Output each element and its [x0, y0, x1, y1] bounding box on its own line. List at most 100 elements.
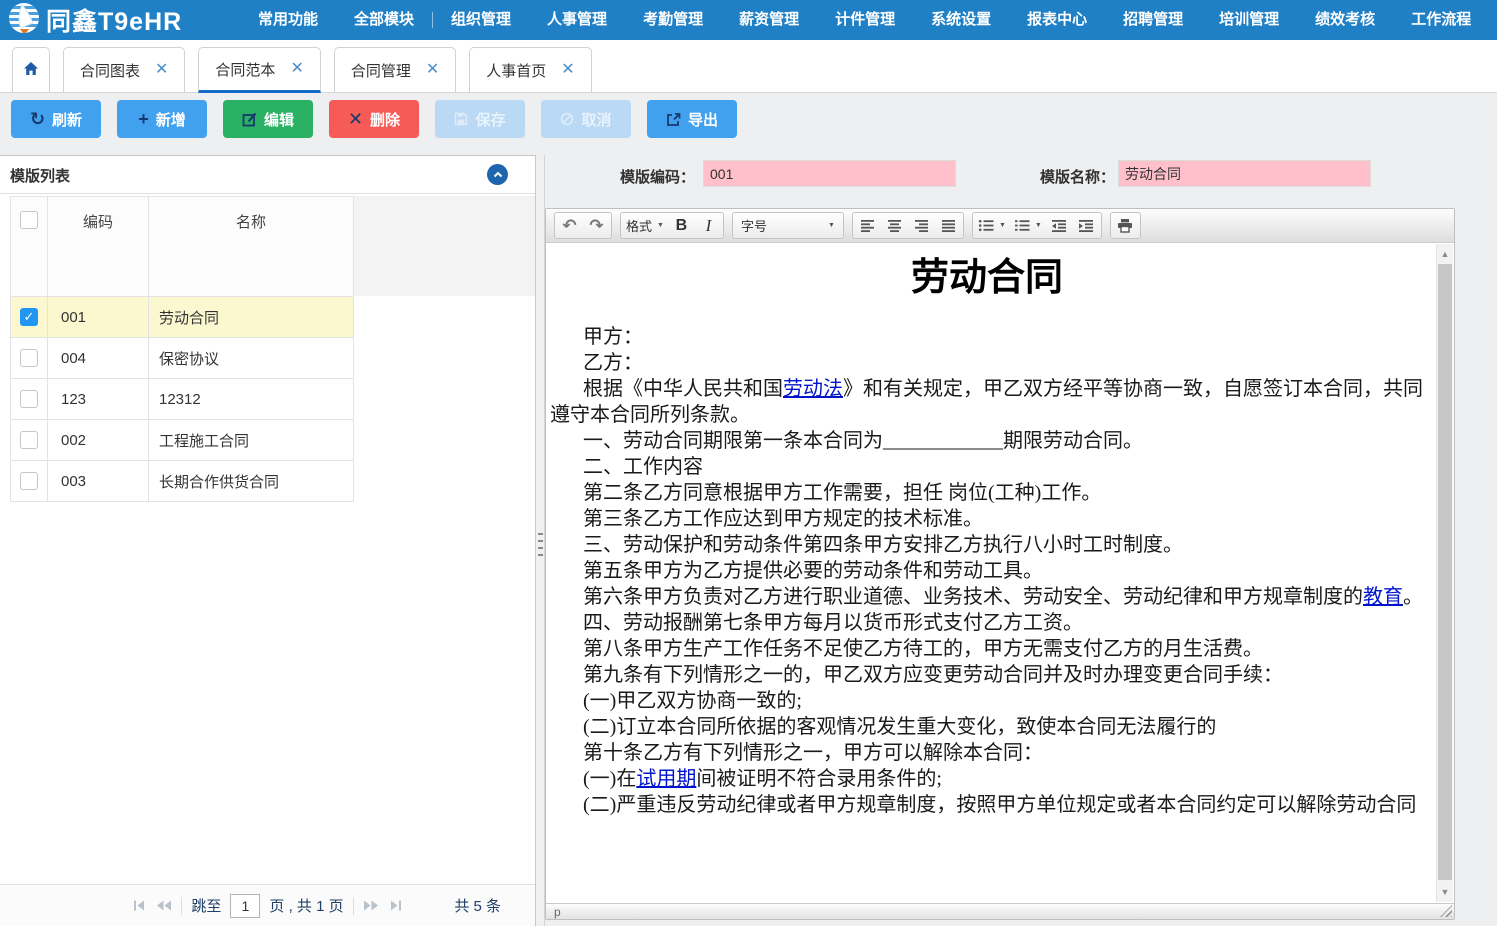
doc-paragraph: 第十条乙方有下列情形之一，甲方可以解除本合同： — [550, 740, 1424, 766]
italic-button[interactable]: I — [695, 214, 722, 237]
tab-label: 人事首页 — [486, 60, 546, 81]
table-header-row: 编码 名称 — [11, 197, 354, 297]
tab-hr-home[interactable]: 人事首页 ✕ — [469, 47, 591, 93]
prev-page-icon[interactable] — [156, 900, 172, 911]
table-row[interactable]: 004保密协议 — [11, 338, 354, 379]
nav-item-6[interactable]: 薪资管理 — [721, 0, 817, 40]
editor-content[interactable]: 劳动合同 甲方：乙方：根据《中华人民共和国劳动法》和有关规定，甲乙双方经平等协商… — [546, 244, 1454, 902]
row-checkbox[interactable] — [20, 308, 38, 326]
page-number-input[interactable] — [230, 894, 260, 918]
tab-contract-chart[interactable]: 合同图表 ✕ — [63, 47, 185, 93]
close-icon[interactable]: ✕ — [561, 62, 574, 78]
nav-item-5[interactable]: 考勤管理 — [625, 0, 721, 40]
scroll-down-icon[interactable]: ▼ — [1437, 884, 1453, 900]
tab-home[interactable] — [12, 47, 50, 93]
nav-item-12[interactable]: 绩效考核 — [1297, 0, 1393, 40]
resize-grip-icon[interactable] — [1440, 905, 1452, 917]
print-group — [1110, 212, 1141, 239]
doc-link[interactable]: 试用期 — [636, 768, 696, 790]
template-list-header: 模版列表 — [0, 156, 535, 194]
select-all-checkbox[interactable] — [20, 211, 38, 229]
panel-splitter[interactable] — [536, 155, 545, 926]
row-checkbox[interactable] — [20, 431, 38, 449]
plus-icon: + — [138, 110, 149, 128]
scrollbar-thumb[interactable] — [1438, 264, 1452, 880]
delete-button[interactable]: ✕ 删除 — [329, 100, 419, 138]
editor-scrollbar[interactable]: ▲ ▼ — [1436, 244, 1453, 902]
row-checkbox[interactable] — [20, 349, 38, 367]
tab-contract-template[interactable]: 合同范本 ✕ — [198, 47, 320, 93]
chevron-down-icon: ▼ — [828, 222, 835, 229]
table-row[interactable]: 001劳动合同 — [11, 297, 354, 338]
row-code: 001 — [48, 297, 149, 338]
export-button[interactable]: 导出 — [647, 100, 737, 138]
splitter-grip-icon — [538, 533, 543, 559]
nav-item-4[interactable]: 人事管理 — [529, 0, 625, 40]
nav-item-2[interactable]: 全部模块 — [336, 0, 432, 40]
align-left-icon[interactable] — [854, 214, 881, 237]
numbered-list-icon[interactable]: ▼ — [1010, 214, 1046, 237]
bold-button[interactable]: B — [668, 214, 695, 237]
print-icon[interactable] — [1112, 214, 1139, 237]
first-page-icon[interactable] — [133, 900, 147, 911]
outdent-icon[interactable] — [1046, 214, 1073, 237]
refresh-button[interactable]: ↻ 刷新 — [11, 100, 101, 138]
nav-item-3[interactable]: 组织管理 — [433, 0, 529, 40]
align-center-icon[interactable] — [881, 214, 908, 237]
template-code-input[interactable] — [703, 160, 956, 187]
collapse-panel-button[interactable] — [487, 164, 508, 185]
tab-label: 合同范本 — [215, 59, 275, 80]
nav-item-13[interactable]: 工作流程 — [1393, 0, 1489, 40]
nav-item-1[interactable]: 常用功能 — [240, 0, 336, 40]
cancel-button[interactable]: 取消 — [541, 100, 631, 138]
row-checkbox[interactable] — [20, 472, 38, 490]
editor-toolbar: ↶ ↷ 格式 ▼ B I 字号 ▼ — [546, 209, 1454, 243]
chevron-down-icon: ▼ — [657, 222, 664, 229]
brand-logo[interactable]: 同鑫T9eHR — [0, 2, 240, 39]
undo-icon[interactable]: ↶ — [556, 214, 583, 237]
doc-link[interactable]: 教育 — [1363, 586, 1403, 608]
button-label: 编辑 — [264, 109, 294, 130]
redo-icon[interactable]: ↷ — [583, 214, 610, 237]
nav-item-8[interactable]: 系统设置 — [913, 0, 1009, 40]
fontsize-group: 字号 ▼ — [732, 212, 844, 239]
pagination-divider — [181, 897, 182, 915]
fontsize-dropdown[interactable]: 字号 ▼ — [734, 214, 842, 237]
nav-item-7[interactable]: 计件管理 — [817, 0, 913, 40]
align-justify-icon[interactable] — [935, 214, 962, 237]
refresh-icon: ↻ — [30, 110, 45, 128]
doc-link[interactable]: 劳动法 — [783, 378, 843, 400]
row-checkbox[interactable] — [20, 390, 38, 408]
add-button[interactable]: + 新增 — [117, 100, 207, 138]
save-button[interactable]: 保存 — [435, 100, 525, 138]
nav-item-10[interactable]: 招聘管理 — [1105, 0, 1201, 40]
table-row[interactable]: 003长期合作供货合同 — [11, 461, 354, 502]
format-dropdown[interactable]: 格式 ▼ — [622, 214, 668, 237]
bullet-list-icon[interactable]: ▼ — [974, 214, 1010, 237]
nav-item-9[interactable]: 报表中心 — [1009, 0, 1105, 40]
format-label: 格式 — [626, 216, 652, 235]
element-path-label: p — [554, 905, 561, 919]
scroll-up-icon[interactable]: ▲ — [1437, 246, 1453, 262]
close-icon[interactable]: ✕ — [155, 62, 168, 78]
doc-text: 第六条甲方负责对乙方进行职业道德、业务技术、劳动安全、劳动纪律和甲方规章制度的 — [583, 586, 1363, 608]
table-row[interactable]: 12312312 — [11, 379, 354, 420]
tab-contract-management[interactable]: 合同管理 ✕ — [334, 47, 456, 93]
doc-text: 第九条有下列情形之一的，甲乙双方应变更劳动合同并及时办理变更合同手续： — [583, 664, 1283, 686]
indent-icon[interactable] — [1073, 214, 1100, 237]
doc-text: 乙方： — [583, 352, 643, 374]
table-row[interactable]: 002工程施工合同 — [11, 420, 354, 461]
row-checkbox-cell — [11, 379, 48, 420]
next-page-icon[interactable] — [363, 900, 379, 911]
button-label: 新增 — [156, 109, 186, 130]
last-page-icon[interactable] — [388, 900, 402, 911]
close-icon[interactable]: ✕ — [290, 61, 303, 77]
doc-text: 二、工作内容 — [583, 456, 703, 478]
close-icon[interactable]: ✕ — [426, 62, 439, 78]
align-right-icon[interactable] — [908, 214, 935, 237]
template-name-input[interactable] — [1118, 160, 1371, 187]
row-code: 003 — [48, 461, 149, 502]
rich-text-editor: ↶ ↷ 格式 ▼ B I 字号 ▼ — [545, 208, 1455, 920]
edit-button[interactable]: 编辑 — [223, 100, 313, 138]
nav-item-11[interactable]: 培训管理 — [1201, 0, 1297, 40]
